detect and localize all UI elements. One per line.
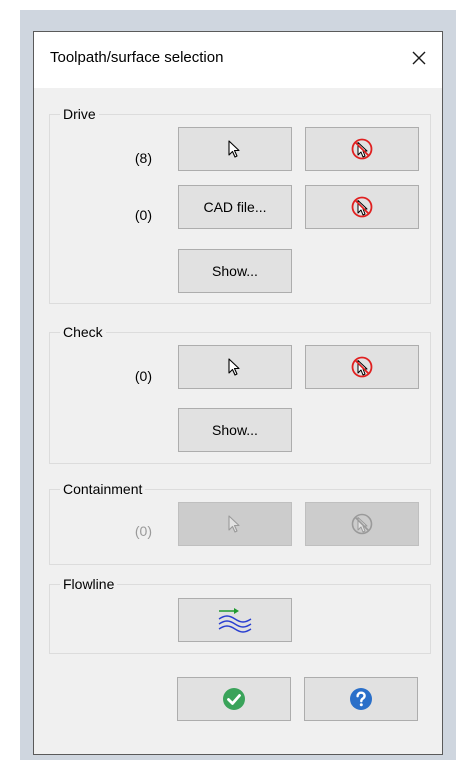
- close-icon: [412, 51, 426, 65]
- help-circle-icon: [350, 688, 372, 710]
- flowline-icon: [218, 608, 252, 633]
- check-show-button[interactable]: Show...: [178, 408, 292, 452]
- containment-deselect-button: [305, 502, 419, 546]
- title-bar: Toolpath/surface selection: [34, 32, 442, 88]
- drive-show-button[interactable]: Show...: [178, 249, 292, 293]
- toolpath-surface-selection-dialog: Toolpath/surface selection Drive (8) (0)…: [33, 31, 443, 755]
- check-selected-count: (0): [134, 368, 152, 384]
- dialog-title: Toolpath/surface selection: [50, 49, 224, 66]
- check-deselect-button[interactable]: [305, 345, 419, 389]
- containment-group: Containment (0): [49, 481, 431, 565]
- cursor-arrow-icon: [228, 515, 240, 533]
- flowline-legend: Flowline: [60, 576, 118, 592]
- flowline-group: Flowline: [49, 576, 431, 654]
- cursor-deselect-icon: [351, 356, 373, 378]
- drive-group: Drive (8) (0) CAD file... Show...: [49, 106, 431, 304]
- check-group: Check (0) Show...: [49, 324, 431, 464]
- cursor-deselect-icon: [351, 196, 373, 218]
- cursor-deselect-icon: [351, 513, 373, 535]
- containment-legend: Containment: [60, 481, 146, 497]
- drive-cad-file-button[interactable]: CAD file...: [178, 185, 292, 229]
- help-button[interactable]: [304, 677, 418, 721]
- flowline-button[interactable]: [178, 598, 292, 642]
- cursor-deselect-icon: [351, 138, 373, 160]
- check-legend: Check: [60, 324, 106, 340]
- drive-cad-count: (0): [134, 207, 152, 223]
- drive-deselect-button[interactable]: [305, 127, 419, 171]
- containment-select-button: [178, 502, 292, 546]
- close-button[interactable]: [404, 42, 434, 74]
- drive-selected-count: (8): [134, 150, 152, 166]
- ok-button[interactable]: [177, 677, 291, 721]
- check-select-button[interactable]: [178, 345, 292, 389]
- drive-legend: Drive: [60, 106, 99, 122]
- cursor-arrow-icon: [228, 140, 240, 158]
- drive-cad-deselect-button[interactable]: [305, 185, 419, 229]
- cursor-arrow-icon: [228, 358, 240, 376]
- containment-selected-count: (0): [134, 523, 152, 539]
- drive-select-button[interactable]: [178, 127, 292, 171]
- check-circle-icon: [223, 688, 245, 710]
